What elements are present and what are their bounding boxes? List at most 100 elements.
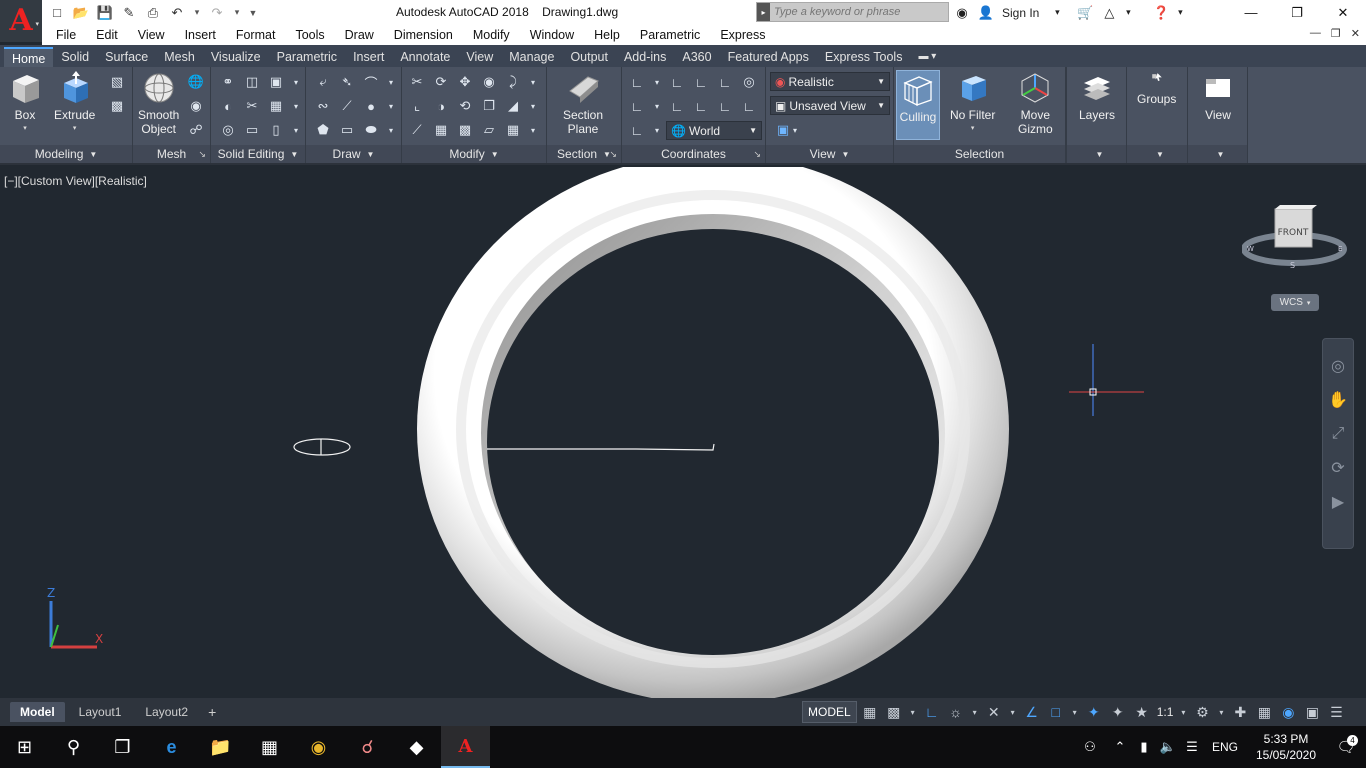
customize-statusbar-icon[interactable]: ☰ [1325, 701, 1347, 723]
wcs-menu-button[interactable]: WCS ▾ [1271, 294, 1319, 311]
add-layout-button[interactable]: + [202, 702, 222, 722]
drawing-viewport[interactable]: Z X [−][Custom View][Realistic] FRONT W … [0, 167, 1366, 698]
model-canvas[interactable]: Z X [0, 167, 1366, 698]
polar-tracking-icon[interactable]: ☼ [945, 701, 967, 723]
file-explorer-icon[interactable]: 📁 [196, 726, 245, 768]
ellipse-icon[interactable]: ⬬ [362, 121, 380, 139]
ucs-dropdown-icon[interactable]: ▾ [652, 73, 662, 91]
smooth-object-button[interactable]: Smooth Object [138, 71, 179, 136]
panel-title-section[interactable]: Section ▼ ↘ [547, 145, 621, 163]
doc-minimize-icon[interactable]: — [1310, 27, 1321, 40]
polygon-icon[interactable]: ⬟ [314, 121, 332, 139]
action-center-icon[interactable]: 🗨 4 [1326, 735, 1366, 756]
panel-title-coordinates[interactable]: Coordinates ↘ [622, 145, 765, 163]
panel-title-draw[interactable]: Draw ▼ [306, 145, 401, 163]
tab-insert[interactable]: Insert [345, 47, 392, 67]
signin-dropdown-icon[interactable]: ▾ [1047, 3, 1067, 23]
doc-restore-icon[interactable]: ❐ [1331, 27, 1341, 40]
visual-style-select[interactable]: ◉ Realistic ▼ [770, 72, 890, 91]
groups-button[interactable]: Groups [1137, 71, 1176, 106]
tab-visualize[interactable]: Visualize [203, 47, 269, 67]
tab-model[interactable]: Model [10, 702, 65, 722]
save-as-icon[interactable]: ✎ [118, 3, 140, 23]
ucs-view-icon[interactable]: ∟ [628, 121, 646, 139]
helix-icon[interactable]: ➴ [338, 73, 356, 91]
menu-tools[interactable]: Tools [285, 28, 334, 42]
properties-icon[interactable]: ▦ [504, 121, 522, 139]
torus-solid[interactable] [417, 167, 1009, 698]
restore-icon[interactable]: ❐ [1274, 0, 1320, 25]
save-icon[interactable]: 💾 [94, 3, 116, 23]
help-dropdown-icon[interactable]: ▾ [1175, 3, 1185, 23]
align-dropdown-icon[interactable]: ▾ [528, 73, 538, 91]
undo-dropdown-icon[interactable]: ▾ [190, 3, 204, 23]
tab-mesh[interactable]: Mesh [156, 47, 203, 67]
layers-button[interactable]: Layers [1079, 71, 1115, 122]
autodesk-app-icon[interactable]: ◆ [392, 726, 441, 768]
circle-icon[interactable]: ● [362, 97, 380, 115]
search-magnifier-icon[interactable]: ⚲ [49, 726, 98, 768]
ucs-select[interactable]: 🌐 World ▼ [666, 121, 762, 140]
menu-window[interactable]: Window [520, 28, 584, 42]
model-space-button[interactable]: MODEL [802, 701, 857, 723]
task-view-icon[interactable]: ❐ [98, 726, 147, 768]
compass-east[interactable]: E [1338, 245, 1342, 253]
ortho-icon[interactable]: ∟ [921, 701, 943, 723]
intersect-icon[interactable]: ◎ [219, 121, 237, 139]
extrude-faces-dropdown-icon[interactable]: ▾ [291, 73, 301, 91]
tab-solid[interactable]: Solid [53, 47, 97, 67]
cart-icon[interactable]: 🛒 [1075, 3, 1095, 23]
polysolid-icon[interactable]: ▩ [108, 97, 126, 115]
orbit-icon[interactable]: ⟳ [1323, 451, 1353, 485]
3d-rotate-icon[interactable]: ⟳ [432, 73, 450, 91]
ucs-world-icon[interactable]: ∟ [668, 73, 686, 91]
ucs-view-dropdown-icon[interactable]: ▾ [652, 121, 662, 139]
spline-icon[interactable]: ∾ [314, 97, 332, 115]
menu-dimension[interactable]: Dimension [384, 28, 463, 42]
arc-dropdown-icon[interactable]: ▾ [386, 73, 396, 91]
a360-dropdown-icon[interactable]: ▾ [1123, 3, 1133, 23]
panel-title-solid-editing[interactable]: Solid Editing ▼ [211, 145, 305, 163]
slice-icon[interactable]: ✂ [243, 97, 261, 115]
mesh-refine-icon[interactable]: ☍ [187, 121, 205, 139]
ucs-face-dropdown-icon[interactable]: ▾ [652, 97, 662, 115]
application-menu-button[interactable]: A ▾ [0, 0, 42, 42]
array-icon[interactable]: ▦ [432, 121, 450, 139]
move-gizmo-button[interactable]: Move Gizmo [1018, 71, 1053, 136]
isodraft-icon[interactable]: ✕ [983, 701, 1005, 723]
no-filter-button[interactable]: No Filter ▾ [950, 71, 995, 136]
scale-dropdown-icon[interactable]: ▾ [1177, 701, 1189, 723]
viewcube-front-face[interactable]: FRONT [1278, 228, 1309, 238]
volume-icon[interactable]: 🔈 [1156, 726, 1180, 768]
search-input[interactable] [770, 6, 940, 18]
object-snap-tracking-icon[interactable]: ∠ [1021, 701, 1043, 723]
grid-icon[interactable]: ▦ [859, 701, 881, 723]
menu-insert[interactable]: Insert [175, 28, 226, 42]
panel-title-selection[interactable]: Selection [894, 145, 1065, 163]
ucs-icon[interactable]: ∟ [628, 73, 646, 91]
circle-dropdown-icon[interactable]: ▾ [386, 97, 396, 115]
extrude-button[interactable]: Extrude ▾ [54, 71, 95, 136]
object-snap-icon[interactable]: □ [1045, 701, 1067, 723]
input-language[interactable]: ENG [1204, 740, 1246, 754]
move-icon[interactable]: ✥ [456, 73, 474, 91]
menu-express[interactable]: Express [710, 28, 775, 42]
menu-help[interactable]: Help [584, 28, 630, 42]
tab-surface[interactable]: Surface [97, 47, 156, 67]
battery-icon[interactable]: ▮ [1132, 726, 1156, 768]
3d-mirror-icon[interactable]: ◑ [432, 97, 450, 115]
arc-icon[interactable]: ⌒ [362, 73, 380, 91]
section-plane-button[interactable]: Section Plane [563, 71, 603, 136]
panel-title-groups[interactable]: ▼ [1127, 145, 1187, 163]
mesh-smooth-less-icon[interactable]: ◉ [187, 97, 205, 115]
new-file-icon[interactable]: □ [46, 3, 68, 23]
calculator-icon[interactable]: ▦ [245, 726, 294, 768]
viewcube[interactable]: FRONT W E S [1242, 205, 1348, 275]
tab-manage[interactable]: Manage [501, 47, 562, 67]
undo-icon[interactable]: ↶ [166, 3, 188, 23]
units-icon[interactable]: ▦ [1253, 701, 1275, 723]
pan-hand-icon[interactable]: ✋ [1323, 383, 1353, 417]
ucs-3point-icon[interactable]: ∟ [716, 73, 734, 91]
ucs-z-icon[interactable]: ∟ [716, 97, 734, 115]
3d-array-icon[interactable]: ◉ [480, 73, 498, 91]
